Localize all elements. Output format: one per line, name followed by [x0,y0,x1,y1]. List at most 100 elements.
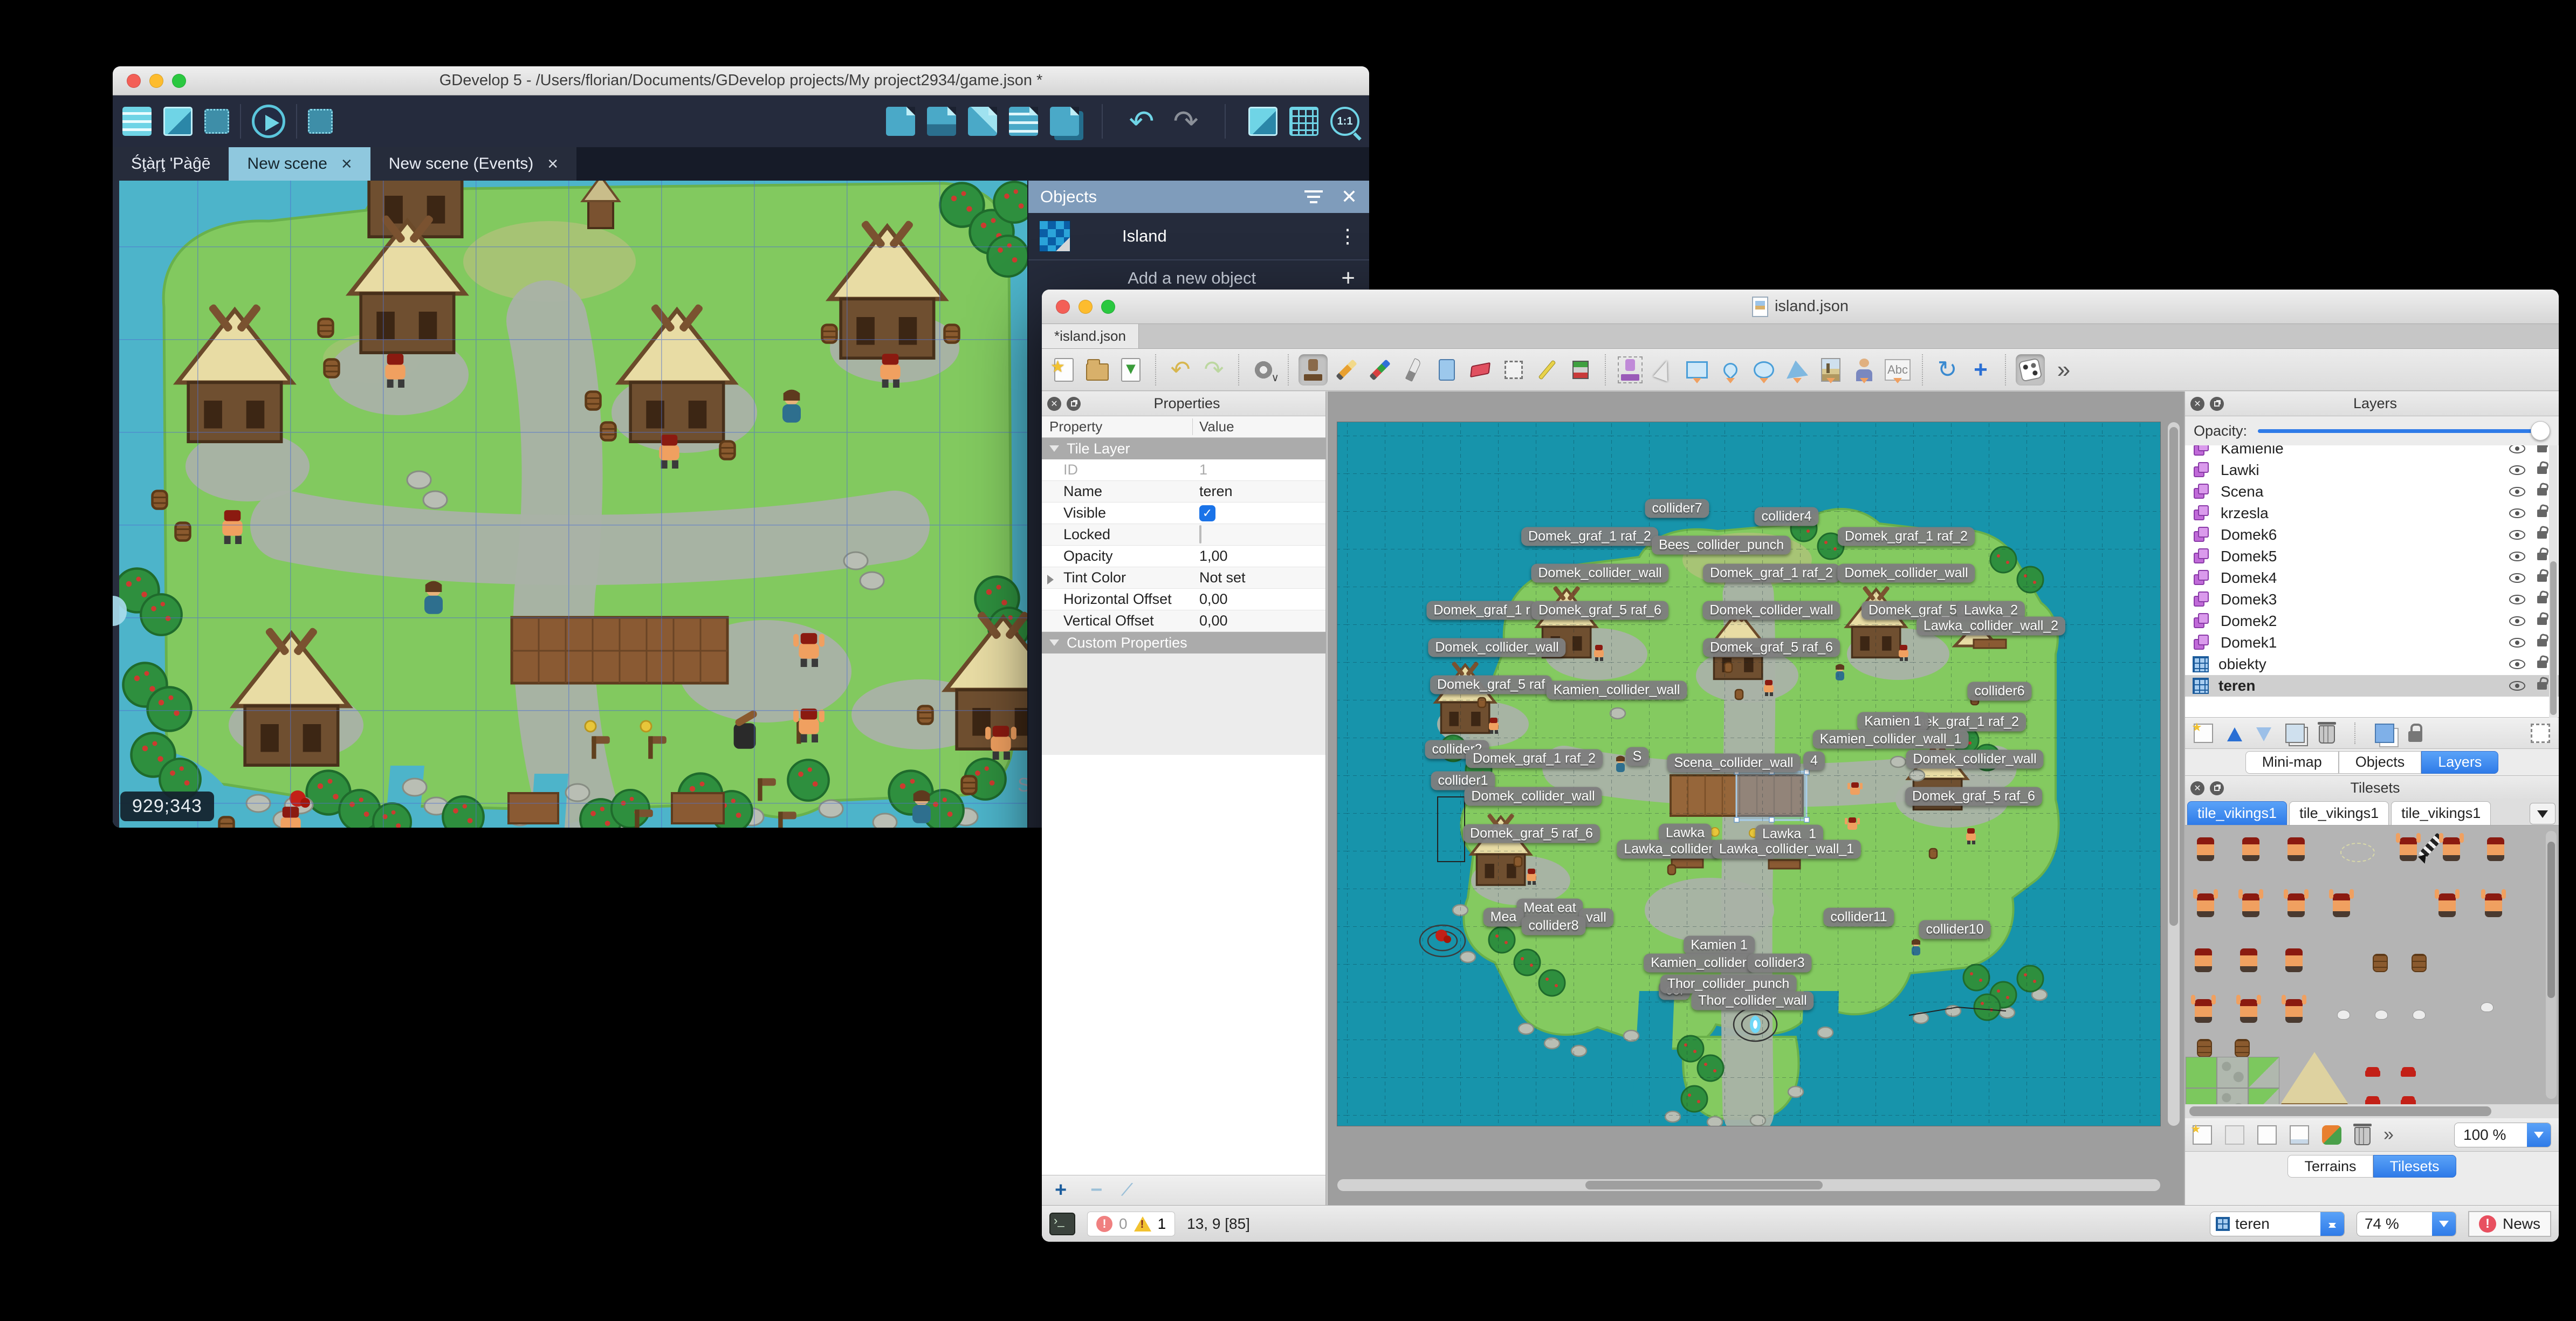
gdevelop-scene-canvas[interactable]: 929;343 Se [113,181,1027,828]
toggle-mask-icon[interactable] [1248,107,1277,136]
tileset-zoom-combo[interactable]: 100 % [2454,1122,2551,1147]
issues-box[interactable]: ! 0 1 [1087,1211,1176,1236]
map-object-label[interactable]: collider3 [1747,953,1812,973]
close-layers-icon[interactable]: ✕ [2190,396,2204,411]
close-tilesets-icon[interactable]: ✕ [2190,781,2204,795]
map-object-label[interactable]: Domek_graf_5 raf [1430,675,1553,694]
layer-lock-icon[interactable] [2537,596,2547,603]
tileset-sprite[interactable] [2329,889,2354,917]
rect-select-icon[interactable] [1499,354,1528,386]
layer-visibility-icon[interactable] [2509,681,2525,691]
insert-ellipse-icon[interactable] [1749,354,1778,386]
shape-fill-icon[interactable] [1399,354,1428,386]
property-value[interactable]: 1 [1193,462,1207,478]
layer-row-Domek5[interactable]: Domek5 [2185,546,2559,567]
tileset-sprite[interactable] [2481,889,2506,917]
layer-visibility-icon[interactable] [2509,465,2525,475]
tileset-sprite[interactable] [2242,837,2259,861]
tileset-sprite[interactable] [2186,1088,2217,1104]
tileset-sprite[interactable] [2248,1088,2279,1104]
layer-lock-icon[interactable] [2537,660,2547,668]
object-list-item[interactable]: Island ⋮ [1028,213,1369,260]
map-object-label[interactable]: Domek_graf_1 raf_2 [1703,563,1840,583]
map-object-label[interactable]: Lawka_collider_wall_2 [1916,616,2066,636]
tileset-view[interactable] [2185,825,2559,1104]
tileset-sprite[interactable] [2412,954,2427,972]
tileset-sprite[interactable] [2337,1010,2350,1020]
tileset-sprite[interactable] [2236,995,2261,1023]
map-object-label[interactable]: Kamien_collider_wall_1 [1812,730,1969,749]
add-property-icon[interactable]: + [1055,1179,1067,1202]
tileset-horizontal-scrollbar[interactable] [2185,1104,2559,1118]
lower-layer-icon[interactable] [2256,727,2271,741]
map-object-label[interactable]: Domek_graf_5 raf_6 [1703,638,1840,657]
map-viewport[interactable]: collider7 collider4 Domek_graf_1 raf_2 Dome… [1328,391,2184,1205]
export-tileset-icon[interactable] [2257,1125,2277,1145]
property-row[interactable]: Horizontal Offset 0,00 [1042,589,1325,610]
map-object-label[interactable]: Domek_graf_5 raf_6 [1905,787,2042,806]
property-value[interactable]: 0,00 [1193,591,1228,608]
rotate-icon[interactable]: ↻ [1933,354,1962,386]
property-row[interactable]: ID 1 [1042,459,1325,481]
layer-lock-icon[interactable] [2537,682,2547,690]
random-mode-icon[interactable] [2016,354,2045,386]
tileset-sprite[interactable] [2439,833,2464,861]
new-layer-icon[interactable] [2192,720,2213,743]
tileset-sprite[interactable] [2186,1057,2217,1088]
toggle-grid-icon[interactable] [1289,107,1318,136]
map-object-label[interactable]: Bees_collider_punch [1651,535,1791,555]
tileset-sprite[interactable] [2282,995,2306,1023]
property-row[interactable]: Opacity 1,00 [1042,546,1325,567]
tileset-sprite[interactable] [2402,1096,2415,1104]
opacity-slider[interactable] [2258,420,2550,442]
project-manager-icon[interactable] [122,107,152,136]
minimize-window-button[interactable] [1079,299,1093,314]
debugger-icon[interactable] [204,109,229,134]
map-object-label[interactable]: Lawka_collider_wall_1 [1712,840,1861,859]
map-object-label[interactable]: Domek_collider_wall [1906,749,2044,769]
layer-visibility-icon[interactable] [2509,659,2525,669]
layer-lock-icon[interactable] [2537,617,2547,625]
dock-tab-objects[interactable]: Objects [2338,751,2422,774]
raise-layer-icon[interactable] [2227,727,2242,741]
scene-tab[interactable]: Śţàŗţ 'Pàĝē [113,147,229,181]
scene-tab[interactable]: New scene (Events) × [370,147,577,181]
insert-tile-icon[interactable] [1816,354,1845,386]
current-layer-combo[interactable]: teren [2209,1211,2345,1236]
tileset-sprite[interactable] [2197,1039,2212,1057]
layer-lock-icon[interactable] [2537,574,2547,582]
tileset-sprite[interactable] [2238,889,2263,917]
layer-row-krzesla[interactable]: krzesla [2185,503,2559,524]
map-object-label[interactable]: collider8 [1521,916,1586,935]
close-tab-icon[interactable]: × [341,154,352,175]
edit-events-icon[interactable] [968,107,997,136]
layer-lock-icon[interactable] [2537,488,2547,496]
tileset-toolbar-overflow-icon[interactable]: » [2383,1124,2394,1145]
save-file-icon[interactable]: ▼ [1116,354,1145,386]
document-tab[interactable]: *island.json [1042,324,1139,348]
layers-list-icon[interactable] [1050,107,1079,136]
close-window-button[interactable] [127,73,141,88]
property-value[interactable]: ✓ [1193,505,1215,521]
map-object-label[interactable]: Thor_collider_wall [1691,991,1814,1010]
open-file-icon[interactable] [1083,354,1112,386]
property-value[interactable]: 1,00 [1193,548,1228,565]
dock-tab-mini-map[interactable]: Mini-map [2245,751,2339,774]
tileset-sprite[interactable] [2217,1057,2248,1088]
stamp-brush-icon[interactable] [1299,354,1328,386]
property-value[interactable] [1193,525,1201,543]
property-row[interactable]: Name teren [1042,481,1325,503]
tileset-sprite[interactable] [2288,837,2305,861]
import-tileset-icon[interactable] [2225,1125,2244,1145]
map-object-label[interactable]: S [1625,747,1649,766]
new-tileset-icon[interactable] [2190,1122,2212,1145]
objects-stamp-icon[interactable] [1616,354,1645,386]
unchecked-checkbox[interactable] [1199,525,1201,543]
float-layers-icon[interactable] [2210,396,2224,411]
close-properties-icon[interactable]: ✕ [1047,396,1061,411]
layer-lock-icon[interactable] [2537,466,2547,474]
map-object-label[interactable]: Domek_graf_5 raf_6 [1463,824,1600,843]
insert-text-icon[interactable]: Abc [1883,354,1912,386]
tileset-sprite[interactable] [2284,889,2309,917]
undo-icon[interactable]: ↶ [1125,104,1158,139]
